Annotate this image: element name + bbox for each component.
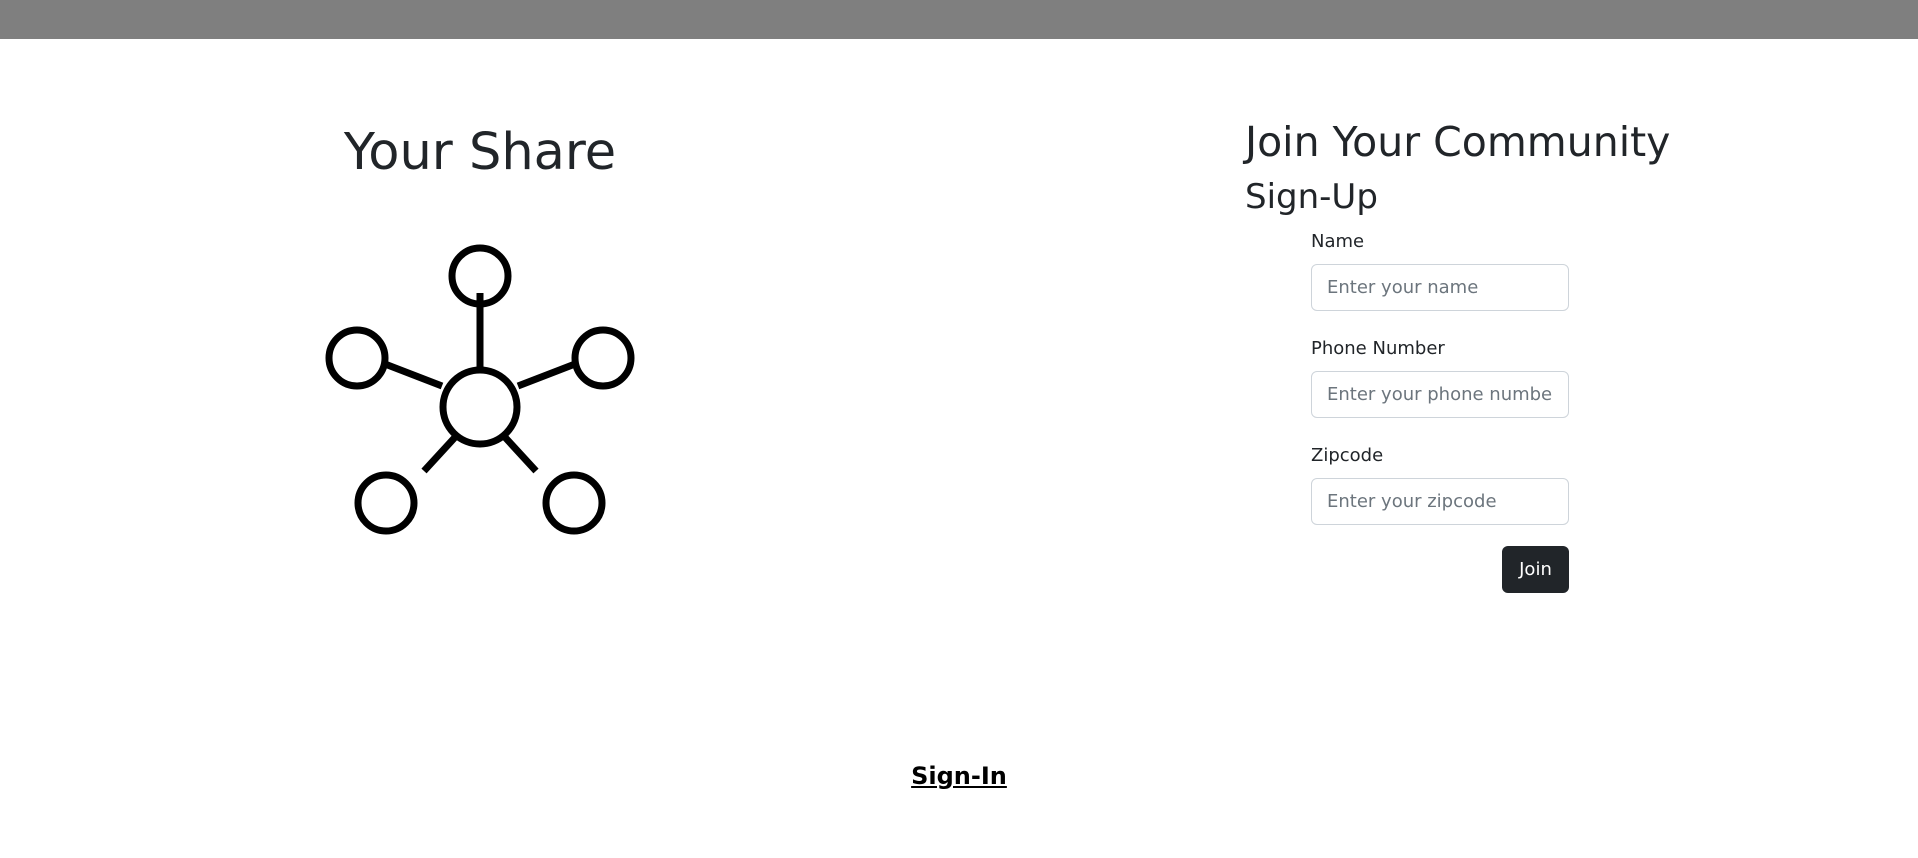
network-hub-icon — [325, 244, 635, 535]
brand-title: Your Share — [343, 123, 617, 182]
signup-heading: Sign-Up — [1245, 177, 1378, 217]
name-input[interactable] — [1311, 264, 1569, 311]
sign-in-link[interactable]: Sign-In — [0, 760, 1918, 792]
signup-form: Name Phone Number Zipcode — [1311, 228, 1569, 549]
top-bar — [0, 0, 1918, 39]
zipcode-input[interactable] — [1311, 478, 1569, 525]
phone-input[interactable] — [1311, 371, 1569, 418]
phone-label: Phone Number — [1311, 338, 1445, 359]
join-button[interactable]: Join — [1502, 546, 1569, 593]
join-heading: Join Your Community — [1245, 118, 1671, 166]
name-label: Name — [1311, 231, 1365, 252]
zipcode-label: Zipcode — [1311, 445, 1384, 466]
